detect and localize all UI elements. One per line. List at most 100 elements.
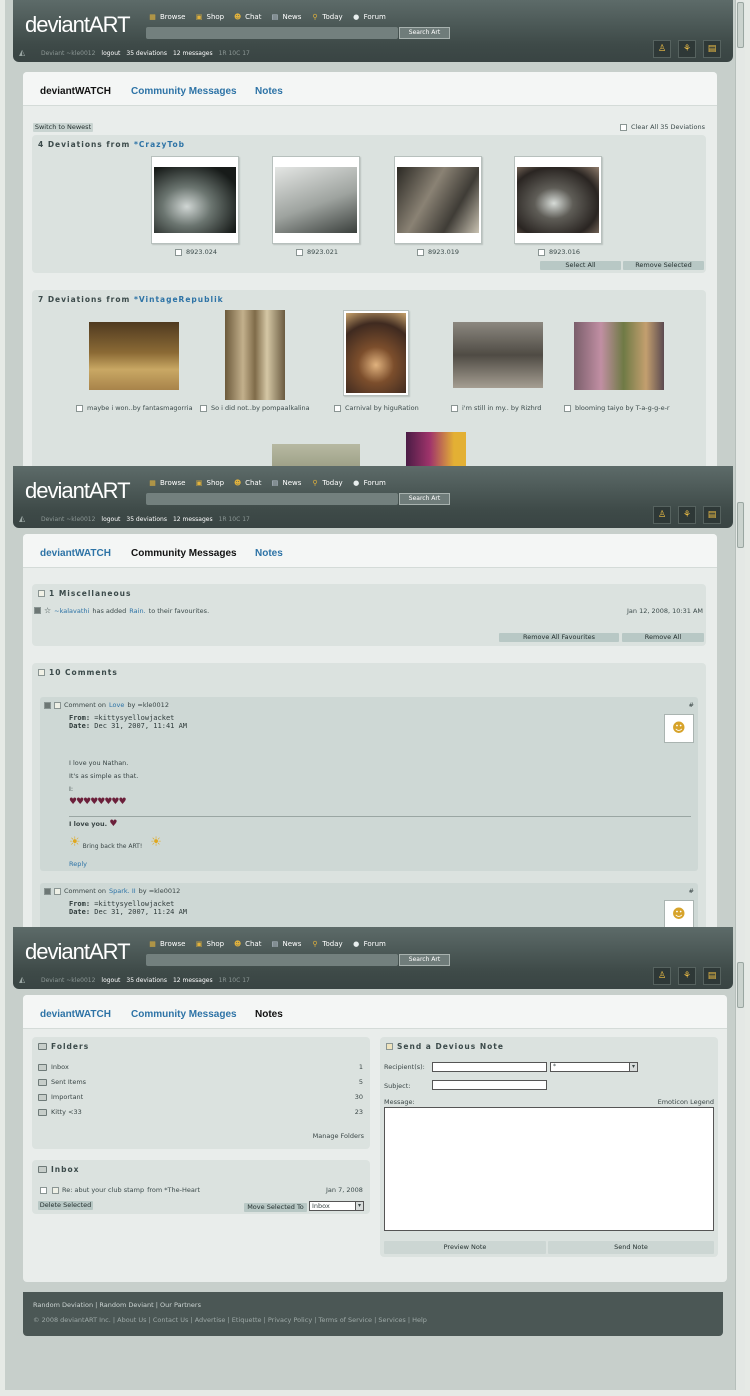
deviation-title[interactable]: 8923.024 <box>186 248 217 256</box>
chevron-down-icon[interactable]: ▾ <box>629 1063 637 1071</box>
deviation-title[interactable]: 8923.016 <box>549 248 580 256</box>
nav-shop[interactable]: ▣ Shop <box>195 479 224 488</box>
note-row[interactable]: Re: abut your club stamp from *The-Heart <box>40 1186 200 1194</box>
deviation-checkbox[interactable] <box>175 248 182 256</box>
deviation-thumbnail[interactable] <box>225 310 285 400</box>
group-user-link[interactable]: *VintageRepublik <box>134 295 224 304</box>
note-subject[interactable]: Re: abut your club stamp <box>62 1186 144 1194</box>
deviation-thumbnail[interactable] <box>272 444 360 468</box>
deviations-count[interactable]: 35 deviations <box>126 50 167 57</box>
messages-count[interactable]: 12 messages <box>173 516 213 523</box>
deviation-thumbnail[interactable] <box>574 322 664 390</box>
deviant-tool-icon[interactable]: ♙ <box>653 506 671 524</box>
deviation-title[interactable]: So i did not..by pompaalkalina <box>211 404 310 412</box>
deviation-checkbox[interactable] <box>334 404 341 412</box>
deviation-checkbox[interactable] <box>538 248 545 256</box>
submit-icon[interactable]: ⚘ <box>678 967 696 985</box>
username[interactable]: Deviant ~kle0012 <box>41 977 95 984</box>
manage-folders-link[interactable]: Manage Folders <box>313 1132 364 1140</box>
avatar[interactable]: ☻ <box>664 900 694 929</box>
nav-browse[interactable]: ▦ Browse <box>148 13 185 22</box>
recipients-input[interactable] <box>432 1062 547 1072</box>
tab-community-messages[interactable]: Community Messages <box>131 86 237 97</box>
deviation-title[interactable]: Carnival by higuRation <box>345 404 419 412</box>
nav-news[interactable]: ▤ News <box>270 479 302 488</box>
tab-notes[interactable]: Notes <box>255 548 283 559</box>
comment-permalink[interactable]: # <box>689 887 694 895</box>
comment-author[interactable]: =kittysyellowjacket <box>94 900 174 908</box>
nav-chat[interactable]: ☻ Chat <box>233 940 262 949</box>
deviant-tool-icon[interactable]: ♙ <box>653 40 671 58</box>
reply-link[interactable]: Reply <box>69 860 87 868</box>
deviation-checkbox[interactable] <box>417 248 424 256</box>
deviation-thumbnail[interactable] <box>406 432 466 468</box>
search-button[interactable]: Search Art <box>399 493 450 505</box>
deviation-checkbox[interactable] <box>76 404 83 412</box>
search-button[interactable]: Search Art <box>399 954 450 966</box>
messages-count[interactable]: 12 messages <box>173 977 213 984</box>
delete-selected-button[interactable]: Delete Selected <box>38 1201 93 1210</box>
chevron-down-icon[interactable]: ▾ <box>355 1202 363 1210</box>
tab-community-messages[interactable]: Community Messages <box>131 548 237 559</box>
nav-browse[interactable]: ▦ Browse <box>148 479 185 488</box>
scrollbar-thumb[interactable] <box>737 502 744 548</box>
remove-selected-button[interactable]: Remove Selected <box>623 261 704 270</box>
site-logo[interactable]: deviantART <box>25 939 131 965</box>
nav-forum[interactable]: ● Forum <box>352 479 386 488</box>
deviation-title[interactable]: i'm still in my.. by Rizhrd <box>462 404 541 412</box>
deviation-thumbnail[interactable] <box>453 322 543 388</box>
nav-forum[interactable]: ● Forum <box>352 13 386 22</box>
submit-icon[interactable]: ⚘ <box>678 40 696 58</box>
send-note-button[interactable]: Send Note <box>548 1241 714 1254</box>
message-textarea[interactable] <box>384 1107 714 1231</box>
nav-news[interactable]: ▤ News <box>270 13 302 22</box>
nav-today[interactable]: ⚲ Today <box>310 940 342 949</box>
message-item-link[interactable]: Rain. <box>129 607 145 615</box>
tab-community-messages[interactable]: Community Messages <box>131 1009 237 1020</box>
move-folder-select[interactable]: Inbox ▾ <box>309 1201 364 1211</box>
site-logo[interactable]: deviantART <box>25 478 131 504</box>
remove-message-icon[interactable] <box>34 607 41 614</box>
tab-deviantwatch[interactable]: deviantWATCH <box>40 86 111 97</box>
site-logo[interactable]: deviantART <box>25 12 131 38</box>
deviation-thumbnail[interactable] <box>394 156 482 244</box>
deviation-thumbnail[interactable] <box>343 310 409 396</box>
nav-browse[interactable]: ▦ Browse <box>148 940 185 949</box>
remove-all-favourites-button[interactable]: Remove All Favourites <box>499 633 619 642</box>
tab-notes[interactable]: Notes <box>255 1009 283 1020</box>
remove-comment-icon[interactable] <box>44 701 51 709</box>
username[interactable]: Deviant ~kle0012 <box>41 516 95 523</box>
folder-name[interactable]: Important <box>51 1093 83 1101</box>
deviation-title[interactable]: 8923.019 <box>428 248 459 256</box>
scrollbar-thumb[interactable] <box>737 962 744 1008</box>
comment-permalink[interactable]: # <box>689 701 694 709</box>
deviations-count[interactable]: 35 deviations <box>126 977 167 984</box>
deviations-count[interactable]: 35 deviations <box>126 516 167 523</box>
nav-today[interactable]: ⚲ Today <box>310 479 342 488</box>
deviation-thumbnail[interactable] <box>514 156 602 244</box>
logout-link[interactable]: logout <box>101 516 120 523</box>
logout-link[interactable]: logout <box>101 50 120 57</box>
search-button[interactable]: Search Art <box>399 27 450 39</box>
recipients-select[interactable]: * ▾ <box>550 1062 638 1072</box>
select-all-button[interactable]: Select All <box>540 261 621 270</box>
deviation-checkbox[interactable] <box>200 404 207 412</box>
messages-count[interactable]: 12 messages <box>173 50 213 57</box>
logout-link[interactable]: logout <box>101 977 120 984</box>
tab-notes[interactable]: Notes <box>255 86 283 97</box>
search-input[interactable] <box>146 493 398 505</box>
username[interactable]: Deviant ~kle0012 <box>41 50 95 57</box>
deviation-thumbnail[interactable] <box>89 322 179 390</box>
emoticon-legend-link[interactable]: Emoticon Legend <box>658 1098 714 1106</box>
nav-chat[interactable]: ☻ Chat <box>233 479 262 488</box>
avatar[interactable]: ☻ <box>664 714 694 743</box>
nav-forum[interactable]: ● Forum <box>352 940 386 949</box>
deviation-checkbox[interactable] <box>451 404 458 412</box>
deviation-checkbox[interactable] <box>296 248 303 256</box>
scrollbar-thumb[interactable] <box>737 2 744 48</box>
deviation-title[interactable]: maybe i won..by fantasmagorria <box>87 404 193 412</box>
nav-today[interactable]: ⚲ Today <box>310 13 342 22</box>
footer-links-legal[interactable]: © 2008 deviantART Inc. | About Us | Cont… <box>33 1316 427 1324</box>
remove-comment-icon[interactable] <box>44 887 51 895</box>
shop-cart-icon[interactable]: ▤ <box>703 40 721 58</box>
